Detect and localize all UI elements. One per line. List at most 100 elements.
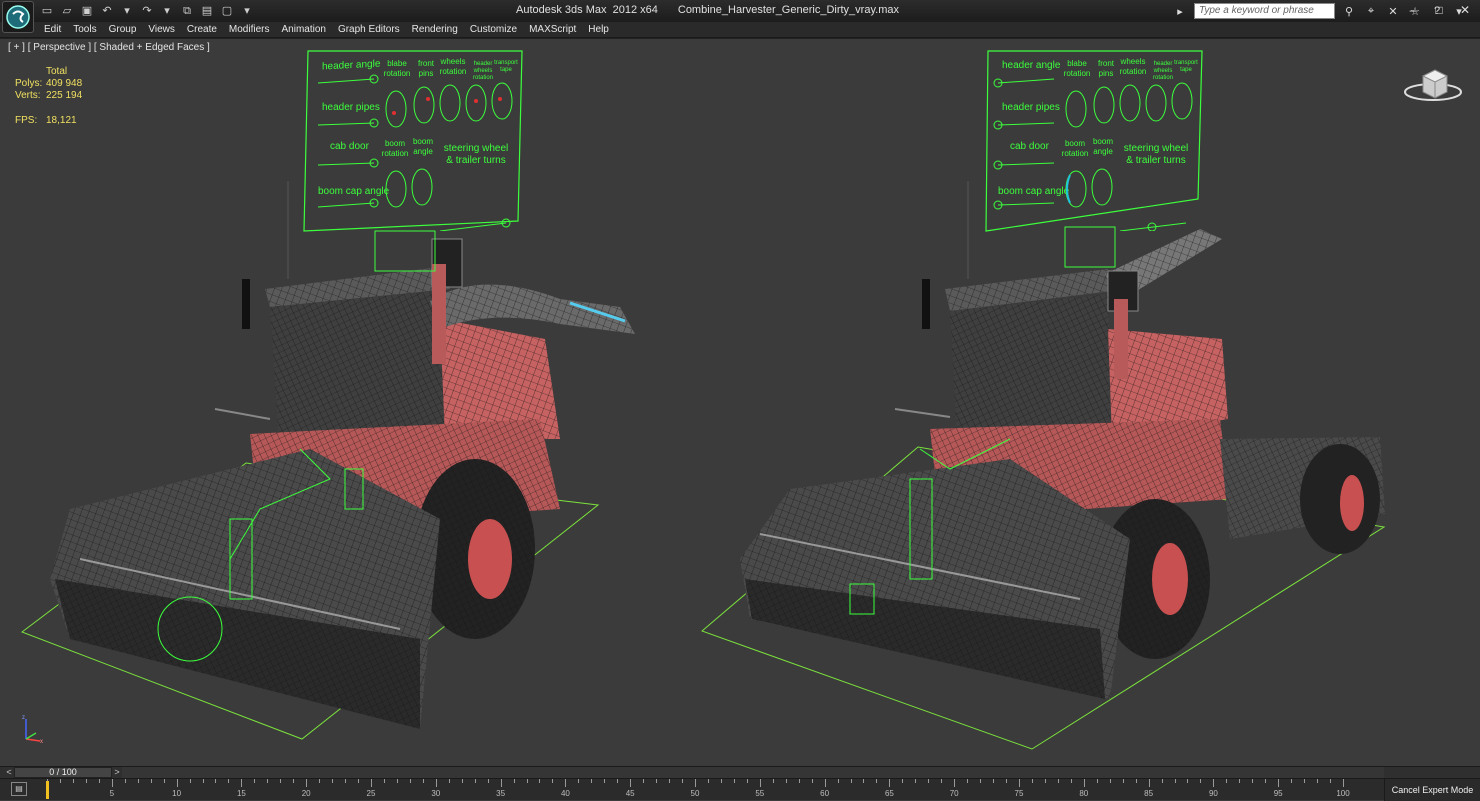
track-tick (332, 779, 334, 783)
track-tick (1213, 779, 1215, 787)
track-tick-label: 35 (496, 789, 506, 798)
time-slider-thumb[interactable]: 0 / 100 (14, 767, 112, 778)
hold-icon[interactable]: ⧉ (178, 3, 196, 19)
customize-dropdown-icon[interactable]: ▾ (238, 3, 256, 19)
menu-help[interactable]: Help (582, 23, 615, 36)
search-input[interactable]: Type a keyword or phrase (1194, 3, 1335, 19)
track-tick (1006, 779, 1008, 783)
track-tick (993, 779, 995, 783)
track-tick (383, 779, 385, 783)
redo-icon[interactable]: ↷ (138, 3, 156, 19)
current-frame-marker[interactable] (46, 781, 49, 799)
viewcube-icon[interactable] (1403, 66, 1463, 106)
close-button[interactable]: ✕ (1454, 2, 1476, 18)
track-tick (1161, 779, 1163, 783)
track-tick (772, 779, 774, 783)
viewport-label[interactable]: [ + ] [ Perspective ] [ Shaded + Edged F… (8, 42, 210, 53)
track-tick (526, 779, 528, 783)
save-icon[interactable]: ▣ (78, 3, 96, 19)
menu-customize[interactable]: Customize (464, 23, 523, 36)
track-tick (811, 779, 813, 783)
undo-icon[interactable]: ↶ (98, 3, 116, 19)
track-tick (1135, 779, 1137, 783)
subscription-icon[interactable]: ⌖ (1363, 5, 1379, 18)
open-icon[interactable]: ▱ (58, 3, 76, 19)
track-tick-label: 100 (1336, 789, 1350, 798)
track-tick (617, 779, 619, 783)
track-tick-label: 90 (1208, 789, 1218, 798)
menu-animation[interactable]: Animation (275, 23, 331, 36)
track-bar: ▤ 5 10 15 20 25 30 35 40 45 50 55 60 65 70 75 80 85 90 95 1… (0, 778, 1480, 801)
rig-panel-right: header angle blabe rotation front pins w… (990, 53, 1200, 231)
perspective-viewport[interactable]: header angle blabe rotation front pins w… (0, 38, 1480, 766)
rig-panel-left: header angle blabe rotation front pins w… (310, 53, 520, 231)
track-tick (941, 779, 943, 783)
track-tick-label: 75 (1014, 789, 1024, 798)
track-tick (461, 779, 463, 783)
track-tick (565, 779, 567, 787)
new-file-icon[interactable]: ▭ (38, 3, 56, 19)
menu-create[interactable]: Create (181, 23, 223, 36)
track-tick (1187, 779, 1189, 783)
track-tick-label: 40 (560, 789, 570, 798)
menu-graph-editors[interactable]: Graph Editors (332, 23, 406, 36)
track-tick-label: 95 (1273, 789, 1283, 798)
window-title: Autodesk 3ds Max 2012 x64 Combine_Harvest… (516, 4, 899, 16)
track-tick (1265, 779, 1267, 783)
track-tick (669, 779, 671, 783)
fps-label: FPS: (15, 115, 38, 126)
time-slider-next-button[interactable]: > (112, 767, 122, 778)
track-tick (111, 779, 113, 787)
quick-access-toolbar: ▭ ▱ ▣ ↶ ▾ ↷ ▾ ⧉ ▤ ▢ ▾ (38, 3, 256, 19)
time-slider-track[interactable] (122, 767, 1384, 778)
redo-dropdown-icon[interactable]: ▾ (158, 3, 176, 19)
track-tick (280, 779, 282, 783)
axis-tripod-icon: z x (22, 715, 43, 745)
track-tick (72, 779, 74, 783)
maximize-button[interactable]: □ (1428, 2, 1450, 18)
track-tick-label: 30 (431, 789, 441, 798)
undo-dropdown-icon[interactable]: ▾ (118, 3, 136, 19)
app-logo-icon (6, 5, 30, 29)
binoculars-icon[interactable]: ⚲ (1341, 5, 1357, 18)
track-tick-label: 20 (301, 789, 311, 798)
track-tick (552, 779, 554, 783)
track-tick (720, 779, 722, 783)
app-name: Autodesk 3ds Max 2012 x64 (516, 4, 658, 16)
expand-search-icon[interactable]: ▸ (1172, 5, 1188, 18)
menu-maxscript[interactable]: MAXScript (523, 23, 582, 36)
menu-views[interactable]: Views (142, 23, 181, 36)
svg-text:z: z (22, 715, 25, 721)
track-tick (228, 779, 230, 783)
app-menu-button[interactable] (2, 1, 34, 33)
track-tick (345, 779, 347, 783)
communication-center-icon[interactable]: ✕ (1385, 5, 1401, 18)
time-slider-prev-button[interactable]: < (4, 767, 14, 778)
mini-curve-editor-icon[interactable]: ▤ (11, 782, 27, 796)
track-tick-label: 10 (172, 789, 182, 798)
track-bar-ruler[interactable]: 5 10 15 20 25 30 35 40 45 50 55 60 65 70 75 80 85 90 95 100 (42, 779, 1382, 801)
track-tick (954, 779, 956, 787)
menu-tools[interactable]: Tools (67, 23, 102, 36)
menu-rendering[interactable]: Rendering (406, 23, 464, 36)
rig-controls-left[interactable] (310, 53, 520, 231)
track-tick (1096, 779, 1098, 783)
workspace-icon[interactable]: ▢ (218, 3, 236, 19)
track-tick (163, 779, 165, 783)
track-tick (604, 779, 606, 783)
menu-edit[interactable]: Edit (38, 23, 67, 36)
track-tick (837, 779, 839, 783)
minimize-button[interactable]: – (1402, 2, 1424, 18)
project-folder-icon[interactable]: ▤ (198, 3, 216, 19)
track-tick (1278, 779, 1280, 787)
track-tick-label: 50 (690, 789, 700, 798)
menu-group[interactable]: Group (103, 23, 143, 36)
track-tick (267, 779, 269, 783)
menu-modifiers[interactable]: Modifiers (223, 23, 276, 36)
track-tick (98, 779, 100, 783)
track-tick (435, 779, 437, 787)
track-tick (1252, 779, 1254, 783)
cancel-expert-mode-button[interactable]: Cancel Expert Mode (1384, 779, 1480, 801)
rig-controls-right[interactable] (990, 53, 1200, 231)
track-tick-label: 70 (949, 789, 959, 798)
